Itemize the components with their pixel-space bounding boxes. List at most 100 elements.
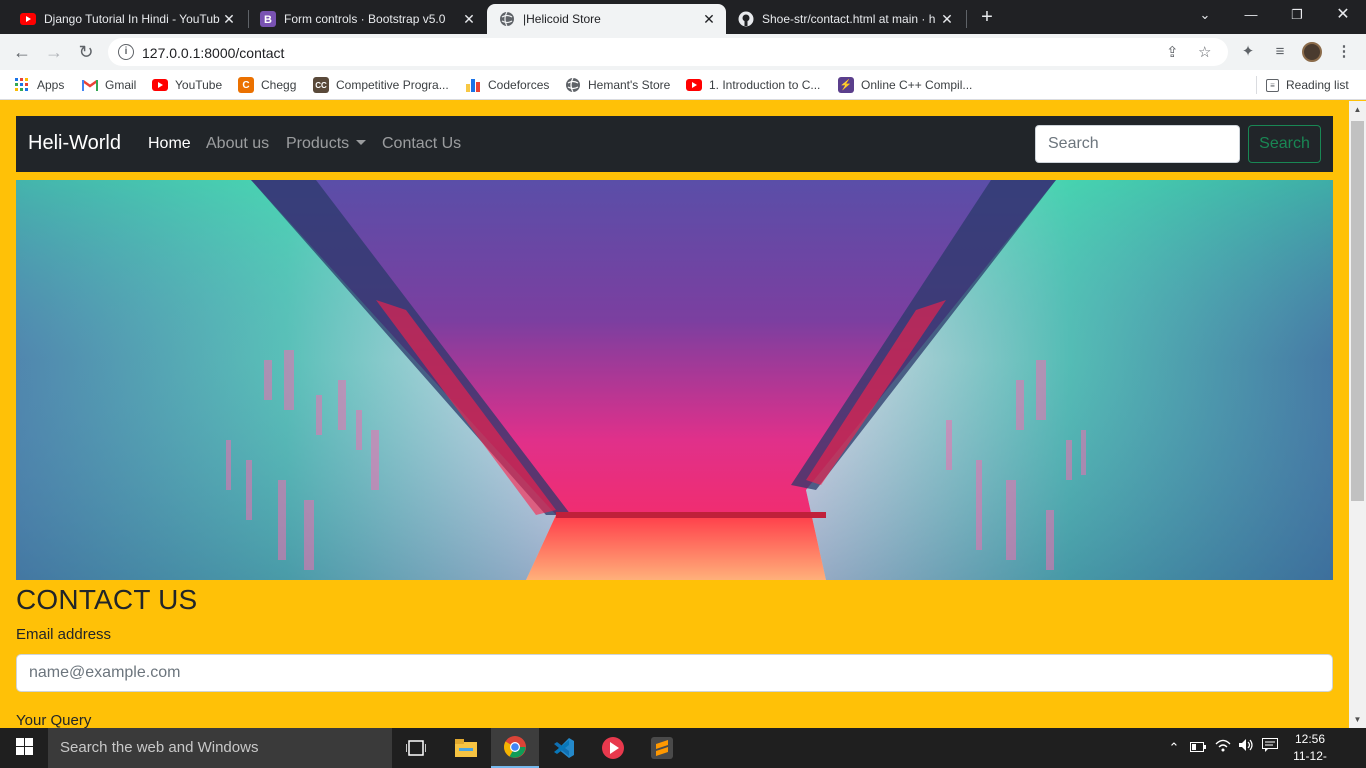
media-control-icon[interactable]: ≡: [1270, 42, 1290, 62]
menu-kebab-icon[interactable]: ⋮: [1334, 42, 1354, 62]
bookmark-label: Online C++ Compil...: [861, 78, 973, 92]
browser-tab-django[interactable]: Django Tutorial In Hindi - YouTube ✕: [8, 4, 246, 34]
windows-taskbar: Search the web and Windows ⌃ 12:56 11-12…: [0, 728, 1366, 768]
page-viewport: Heli-World Home About us Products Contac…: [0, 101, 1349, 728]
bookmark-competitive-programming[interactable]: CC Competitive Progra...: [313, 76, 449, 94]
close-tab-icon[interactable]: ✕: [460, 11, 478, 28]
tab-title: Shoe-str/contact.html at main · h: [762, 12, 936, 26]
browser-tab-bootstrap[interactable]: B Form controls · Bootstrap v5.0 ✕: [248, 4, 486, 34]
bookmark-label: Hemant's Store: [588, 78, 671, 92]
bookmark-apps[interactable]: Apps: [14, 76, 64, 94]
chrome-icon[interactable]: [491, 728, 539, 768]
restore-window-icon[interactable]: ❐: [1274, 0, 1320, 30]
clock-time: 12:56: [1294, 732, 1326, 746]
volume-icon[interactable]: [1236, 728, 1256, 768]
clock-date: 11-12-2021: [1293, 749, 1327, 768]
tab-title: Form controls · Bootstrap v5.0: [284, 12, 446, 26]
taskbar-clock[interactable]: 12:56 11-12-2021: [1282, 731, 1338, 768]
bookmark-star-icon[interactable]: ☆: [1198, 43, 1211, 61]
bookmarks-bar: Apps Gmail YouTube C Chegg CC Competitiv…: [0, 70, 1366, 100]
taskbar-search-box[interactable]: Search the web and Windows: [48, 728, 392, 768]
vscode-icon[interactable]: [540, 728, 588, 768]
compiler-icon: ⚡: [838, 77, 854, 93]
bookmark-introduction[interactable]: 1. Introduction to C...: [686, 76, 820, 94]
tab-title: |Helicoid Store: [523, 12, 601, 26]
cc-icon: CC: [313, 77, 329, 93]
nav-link-home[interactable]: Home: [148, 135, 191, 153]
media-player-icon[interactable]: [589, 728, 637, 768]
close-window-icon[interactable]: ✕: [1320, 0, 1366, 30]
forward-arrow-icon[interactable]: →: [42, 40, 66, 64]
windows-logo-icon: [15, 738, 33, 758]
bookmark-online-compiler[interactable]: ⚡ Online C++ Compil...: [838, 76, 972, 94]
apps-grid-icon: [14, 77, 30, 93]
bookmark-label: Codeforces: [488, 78, 550, 92]
battery-icon[interactable]: [1188, 728, 1208, 768]
query-label: Your Query: [16, 712, 92, 728]
bookmark-gmail[interactable]: Gmail: [82, 76, 136, 94]
scrollbar-thumb[interactable]: [1351, 121, 1364, 501]
task-view-icon[interactable]: [392, 728, 440, 768]
browser-toolbar: ← → ↻ i 127.0.0.1:8000/contact ⇪ ☆ ✦ ≡ ⋮: [0, 34, 1366, 70]
caret-down-icon: [356, 140, 367, 145]
reading-list-label: Reading list: [1286, 78, 1349, 92]
bookmark-label: YouTube: [175, 78, 223, 92]
scroll-up-icon[interactable]: ▲: [1349, 101, 1366, 118]
wifi-icon[interactable]: [1212, 728, 1234, 768]
globe-icon: [565, 77, 581, 93]
email-field[interactable]: [16, 654, 1333, 692]
navbar-search-input[interactable]: [1035, 125, 1240, 163]
page-scrollbar[interactable]: ▲ ▼: [1349, 101, 1366, 728]
github-icon: [738, 11, 754, 27]
nav-dropdown-products[interactable]: Products: [286, 135, 367, 153]
bookmark-label: 1. Introduction to C...: [709, 78, 821, 92]
back-arrow-icon[interactable]: ←: [10, 40, 34, 64]
youtube-icon: [20, 11, 36, 27]
svg-text:B: B: [264, 14, 272, 26]
scroll-down-icon[interactable]: ▼: [1349, 711, 1366, 728]
bootstrap-icon: B: [260, 11, 276, 27]
nav-link-about[interactable]: About us: [206, 135, 269, 153]
youtube-icon: [686, 77, 702, 93]
navbar-brand[interactable]: Heli-World: [28, 132, 121, 155]
tab-title: Django Tutorial In Hindi - YouTube: [44, 12, 220, 26]
start-button[interactable]: [0, 728, 48, 768]
browser-tab-helicoid[interactable]: |Helicoid Store ✕: [487, 4, 726, 34]
tab-search-chevron-icon[interactable]: ⌄: [1182, 0, 1228, 30]
site-info-icon[interactable]: i: [118, 44, 134, 60]
sublime-text-icon[interactable]: [638, 728, 686, 768]
reload-icon[interactable]: ↻: [74, 40, 98, 64]
bookmark-codeforces[interactable]: Codeforces: [465, 76, 549, 94]
bookmark-youtube[interactable]: YouTube: [152, 76, 222, 94]
chegg-icon: C: [238, 77, 254, 93]
notifications-icon[interactable]: [1260, 728, 1280, 768]
codeforces-icon: [465, 77, 481, 93]
close-tab-icon[interactable]: ✕: [938, 11, 956, 28]
gmail-icon: [82, 77, 98, 93]
bookmark-label: Competitive Progra...: [336, 78, 449, 92]
share-icon[interactable]: ⇪: [1166, 43, 1179, 61]
close-tab-icon[interactable]: ✕: [700, 11, 718, 28]
file-explorer-icon[interactable]: [442, 728, 490, 768]
profile-avatar[interactable]: [1302, 42, 1322, 62]
youtube-icon: [152, 77, 168, 93]
bookmark-separator: [1256, 76, 1257, 94]
browser-tab-strip: Django Tutorial In Hindi - YouTube ✕ B F…: [0, 0, 1366, 34]
bookmark-hemants-store[interactable]: Hemant's Store: [565, 76, 670, 94]
nav-link-contact[interactable]: Contact Us: [382, 135, 461, 153]
browser-tab-github[interactable]: Shoe-str/contact.html at main · h ✕: [726, 4, 964, 34]
navbar-search-button[interactable]: Search: [1248, 125, 1321, 163]
hero-corridor-image: [16, 180, 1333, 580]
close-tab-icon[interactable]: ✕: [220, 11, 238, 28]
extensions-puzzle-icon[interactable]: ✦: [1238, 42, 1258, 62]
reading-list-button[interactable]: ≡ Reading list: [1266, 76, 1349, 94]
tab-separator: [966, 10, 967, 28]
bookmark-label: Apps: [37, 78, 65, 92]
bookmark-chegg[interactable]: C Chegg: [238, 76, 296, 94]
site-navbar: Heli-World Home About us Products Contac…: [16, 116, 1333, 172]
new-tab-button[interactable]: +: [976, 6, 998, 28]
address-bar[interactable]: i 127.0.0.1:8000/contact ⇪ ☆: [108, 38, 1228, 66]
show-hidden-icons-chevron[interactable]: ⌃: [1164, 728, 1184, 768]
reading-list-icon: ≡: [1266, 78, 1279, 92]
minimize-window-icon[interactable]: —: [1228, 0, 1274, 30]
